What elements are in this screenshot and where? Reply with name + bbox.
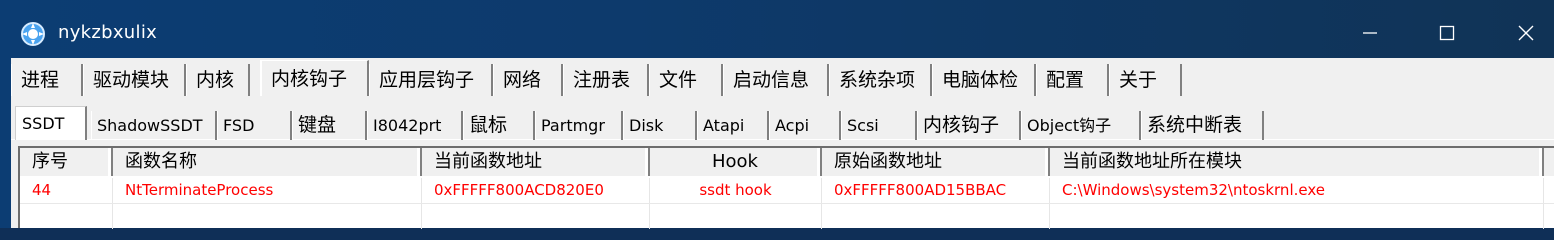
- tab-driver-modules[interactable]: 驱动模块: [83, 64, 186, 96]
- tab-registry[interactable]: 注册表: [563, 64, 649, 96]
- tab-shadow-ssdt[interactable]: ShadowSSDT: [91, 111, 217, 140]
- cell-empty: [422, 204, 650, 229]
- tab-app-hooks[interactable]: 应用层钩子: [369, 64, 493, 96]
- column-header-index[interactable]: 序号: [20, 148, 113, 176]
- app-window: nykzbxulix 进程 驱动模块 内核 内核钩子 应用层钩子 网络 注册表 …: [0, 0, 1554, 229]
- minimize-button[interactable]: [1350, 18, 1390, 48]
- cell-hook-type: ssdt hook: [650, 178, 822, 203]
- column-header-function-name[interactable]: 函数名称: [113, 148, 422, 176]
- cell-empty: [822, 204, 1050, 229]
- tab-acpi[interactable]: Acpi: [769, 111, 841, 140]
- title-bar[interactable]: nykzbxulix: [0, 0, 1554, 58]
- tab-partmgr[interactable]: Partmgr: [535, 111, 623, 140]
- cell-empty: [1050, 204, 1544, 229]
- tab-keyboard[interactable]: 键盘: [292, 111, 367, 140]
- column-header-hook[interactable]: Hook: [650, 148, 822, 176]
- cell-module-path: C:\Windows\system32\ntoskrnl.exe: [1050, 178, 1544, 203]
- table-row[interactable]: 44 NtTerminateProcess 0xFFFFF800ACD820E0…: [20, 178, 1554, 203]
- tab-i8042prt[interactable]: I8042prt: [367, 111, 463, 140]
- tab-system-misc[interactable]: 系统杂项: [829, 64, 932, 96]
- column-header-current-address[interactable]: 当前函数地址: [422, 148, 650, 176]
- tab-kernel-hooks-sub[interactable]: 内核钩子: [917, 111, 1021, 140]
- cell-index: 44: [20, 178, 113, 203]
- tab-about[interactable]: 关于: [1109, 64, 1182, 96]
- tab-mouse[interactable]: 鼠标: [463, 111, 535, 140]
- tab-atapi[interactable]: Atapi: [697, 111, 769, 140]
- table-header: 序号 函数名称 当前函数地址 Hook 原始函数地址 当前函数地址所在模块: [20, 148, 1554, 176]
- cell-empty: [650, 204, 822, 229]
- tab-process[interactable]: 进程: [11, 64, 83, 96]
- tab-network[interactable]: 网络: [493, 64, 563, 96]
- tab-disk[interactable]: Disk: [623, 111, 697, 140]
- ssdt-list-view[interactable]: 序号 函数名称 当前函数地址 Hook 原始函数地址 当前函数地址所在模块 44…: [18, 146, 1554, 229]
- tab-ssdt[interactable]: SSDT: [15, 106, 87, 140]
- tab-pc-checkup[interactable]: 电脑体检: [932, 64, 1036, 96]
- client-area: 进程 驱动模块 内核 内核钩子 应用层钩子 网络 注册表 文件 启动信息 系统杂…: [11, 58, 1554, 229]
- cell-empty: [20, 204, 113, 229]
- cell-empty: [113, 204, 422, 229]
- app-globe-icon: [20, 21, 46, 47]
- tab-object-hooks[interactable]: Object钩子: [1021, 111, 1141, 140]
- tab-kernel[interactable]: 内核: [186, 64, 250, 96]
- tab-startup-info[interactable]: 启动信息: [723, 64, 829, 96]
- column-header-module[interactable]: 当前函数地址所在模块: [1050, 148, 1544, 176]
- tab-scsi[interactable]: Scsi: [841, 111, 917, 140]
- tab-files[interactable]: 文件: [649, 64, 723, 96]
- cell-function-name: NtTerminateProcess: [113, 178, 422, 203]
- cell-current-address: 0xFFFFF800ACD820E0: [422, 178, 650, 203]
- window-title: nykzbxulix: [58, 22, 158, 43]
- table-row-empty[interactable]: [20, 204, 1554, 229]
- cell-original-address: 0xFFFFF800AD15BBAC: [822, 178, 1050, 203]
- close-button[interactable]: [1506, 18, 1546, 48]
- tab-interrupt-table[interactable]: 系统中断表: [1141, 111, 1264, 140]
- maximize-button[interactable]: [1427, 18, 1467, 48]
- sub-tab-bar: SSDT ShadowSSDT FSD 键盘 I8042prt 鼠标 Partm…: [11, 104, 1554, 140]
- tab-fsd[interactable]: FSD: [217, 111, 292, 140]
- column-header-original-address[interactable]: 原始函数地址: [822, 148, 1050, 176]
- main-tab-bar: 进程 驱动模块 内核 内核钩子 应用层钩子 网络 注册表 文件 启动信息 系统杂…: [11, 60, 1554, 96]
- tab-kernel-hooks[interactable]: 内核钩子: [260, 60, 369, 96]
- tab-config[interactable]: 配置: [1036, 64, 1109, 96]
